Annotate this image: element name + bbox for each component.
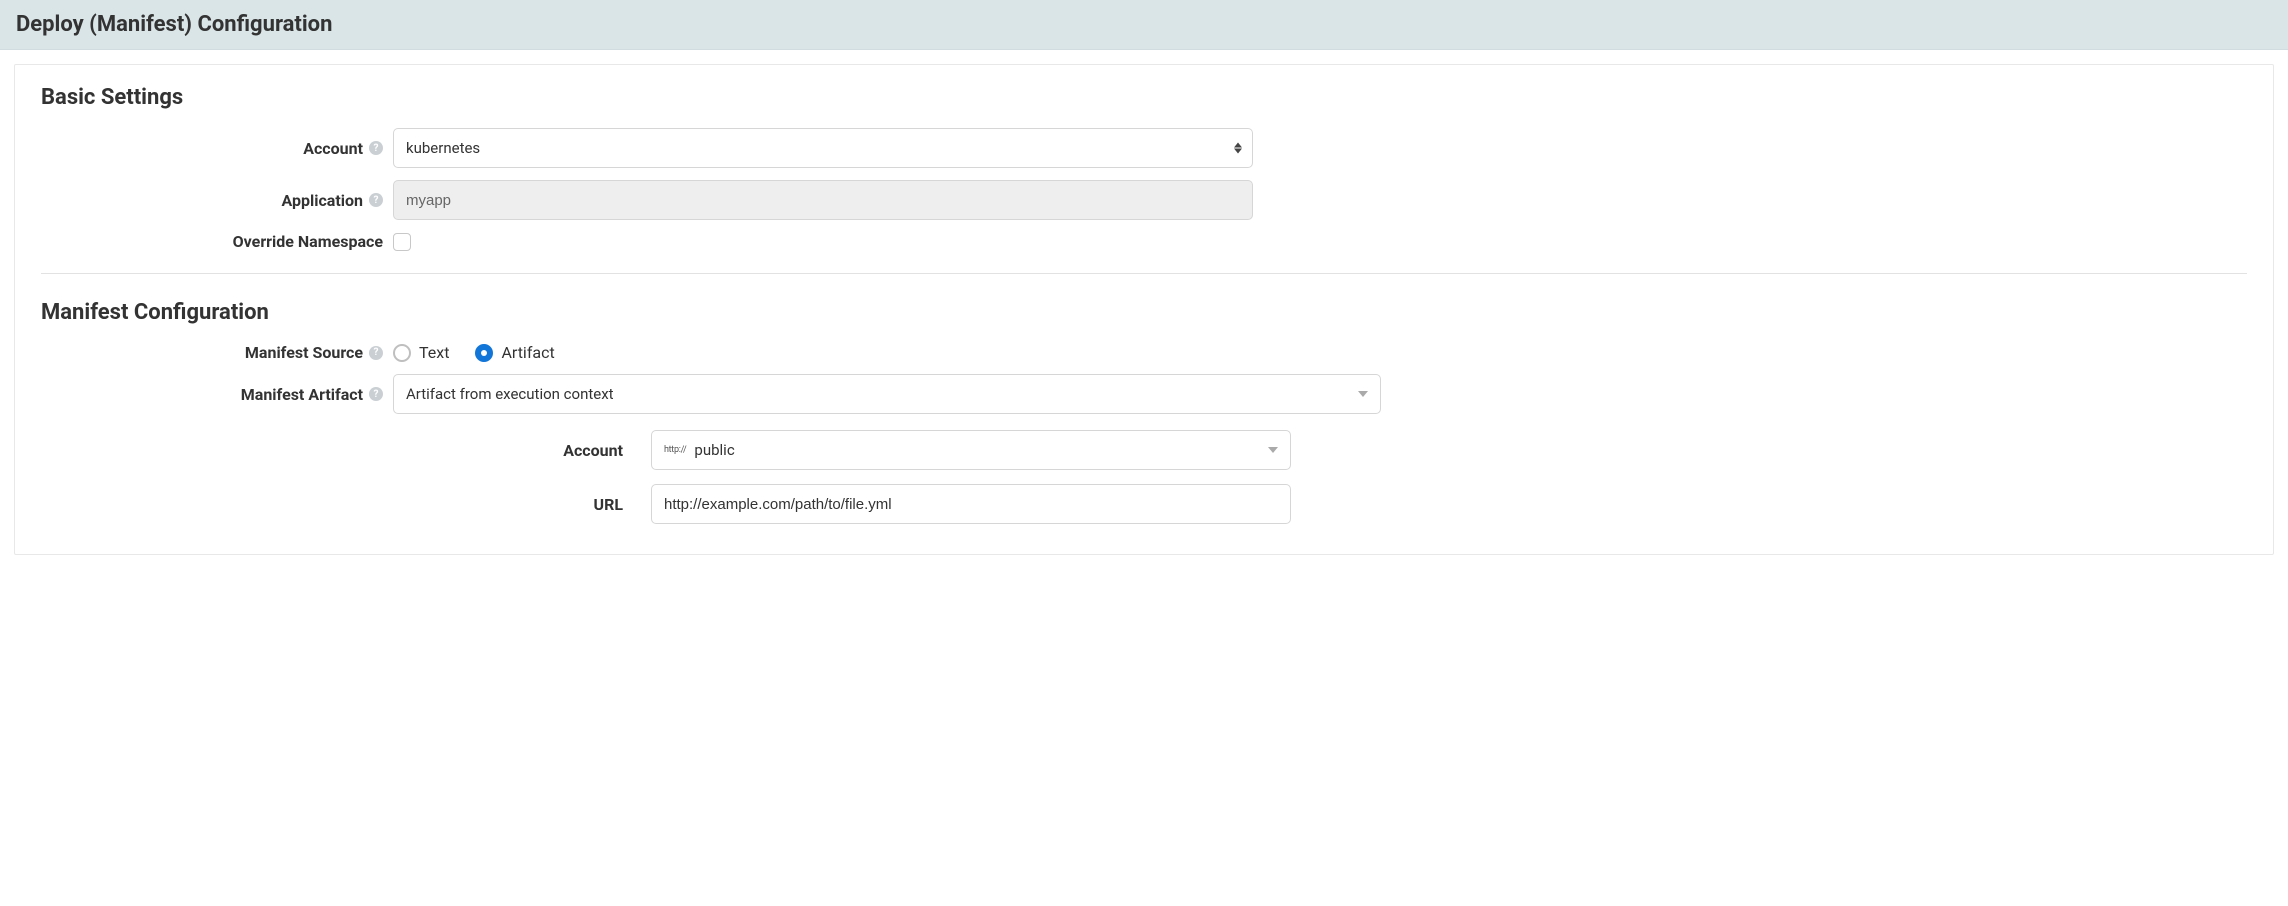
- help-icon[interactable]: ?: [369, 346, 383, 360]
- radio-option-artifact[interactable]: Artifact: [475, 343, 554, 362]
- manifest-source-label-text: Manifest Source: [245, 343, 363, 362]
- artifact-account-row: Account http:// public: [41, 430, 2247, 470]
- header-bar: Deploy (Manifest) Configuration: [0, 0, 2288, 50]
- manifest-artifact-row: Manifest Artifact ? Artifact from execut…: [41, 374, 2247, 414]
- artifact-account-label: Account: [41, 441, 651, 460]
- account-select[interactable]: kubernetes: [393, 128, 1253, 168]
- manifest-artifact-label-text: Manifest Artifact: [241, 385, 363, 404]
- manifest-artifact-dropdown[interactable]: Artifact from execution context: [393, 374, 1381, 414]
- artifact-account-name: public: [694, 441, 734, 459]
- divider: [41, 273, 2247, 274]
- artifact-account-dropdown[interactable]: http:// public: [651, 430, 1291, 470]
- help-icon[interactable]: ?: [369, 387, 383, 401]
- manifest-config-section: Manifest Configuration Manifest Source ?…: [41, 300, 2247, 524]
- artifact-account-value: http:// public: [664, 441, 735, 459]
- application-label: Application ?: [41, 191, 393, 210]
- help-icon[interactable]: ?: [369, 193, 383, 207]
- manifest-source-row: Manifest Source ? Text Artifact: [41, 343, 2247, 362]
- account-select-value: kubernetes: [406, 139, 480, 157]
- radio-artifact-label: Artifact: [501, 343, 554, 362]
- radio-icon: [393, 344, 411, 362]
- radio-option-text[interactable]: Text: [393, 343, 449, 362]
- manifest-source-label: Manifest Source ?: [41, 343, 393, 362]
- artifact-url-row: URL: [41, 484, 2247, 524]
- chevron-down-icon: [1358, 391, 1368, 397]
- override-namespace-checkbox[interactable]: [393, 233, 411, 251]
- radio-icon: [475, 344, 493, 362]
- application-input: [393, 180, 1253, 220]
- manifest-artifact-label: Manifest Artifact ?: [41, 385, 393, 404]
- http-icon: http://: [664, 445, 686, 455]
- basic-settings-section: Basic Settings Account ? kubernetes Appl…: [41, 85, 2247, 251]
- manifest-config-heading: Manifest Configuration: [41, 300, 2247, 325]
- radio-text-label: Text: [419, 343, 449, 362]
- help-icon[interactable]: ?: [369, 141, 383, 155]
- chevron-down-icon: [1268, 447, 1278, 453]
- select-arrows-icon: [1234, 143, 1242, 154]
- account-label-text: Account: [303, 139, 363, 158]
- artifact-url-input[interactable]: [651, 484, 1291, 524]
- application-row: Application ?: [41, 180, 2247, 220]
- override-namespace-label-text: Override Namespace: [233, 232, 383, 251]
- account-label: Account ?: [41, 139, 393, 158]
- account-row: Account ? kubernetes: [41, 128, 2247, 168]
- application-label-text: Application: [281, 191, 363, 210]
- override-namespace-row: Override Namespace: [41, 232, 2247, 251]
- override-namespace-label: Override Namespace: [41, 232, 393, 251]
- manifest-source-radio-group: Text Artifact: [393, 343, 1253, 362]
- page-title: Deploy (Manifest) Configuration: [16, 12, 2272, 37]
- content-panel: Basic Settings Account ? kubernetes Appl…: [14, 64, 2274, 555]
- basic-settings-heading: Basic Settings: [41, 85, 2247, 110]
- manifest-artifact-value: Artifact from execution context: [406, 385, 614, 403]
- artifact-url-label: URL: [41, 495, 651, 514]
